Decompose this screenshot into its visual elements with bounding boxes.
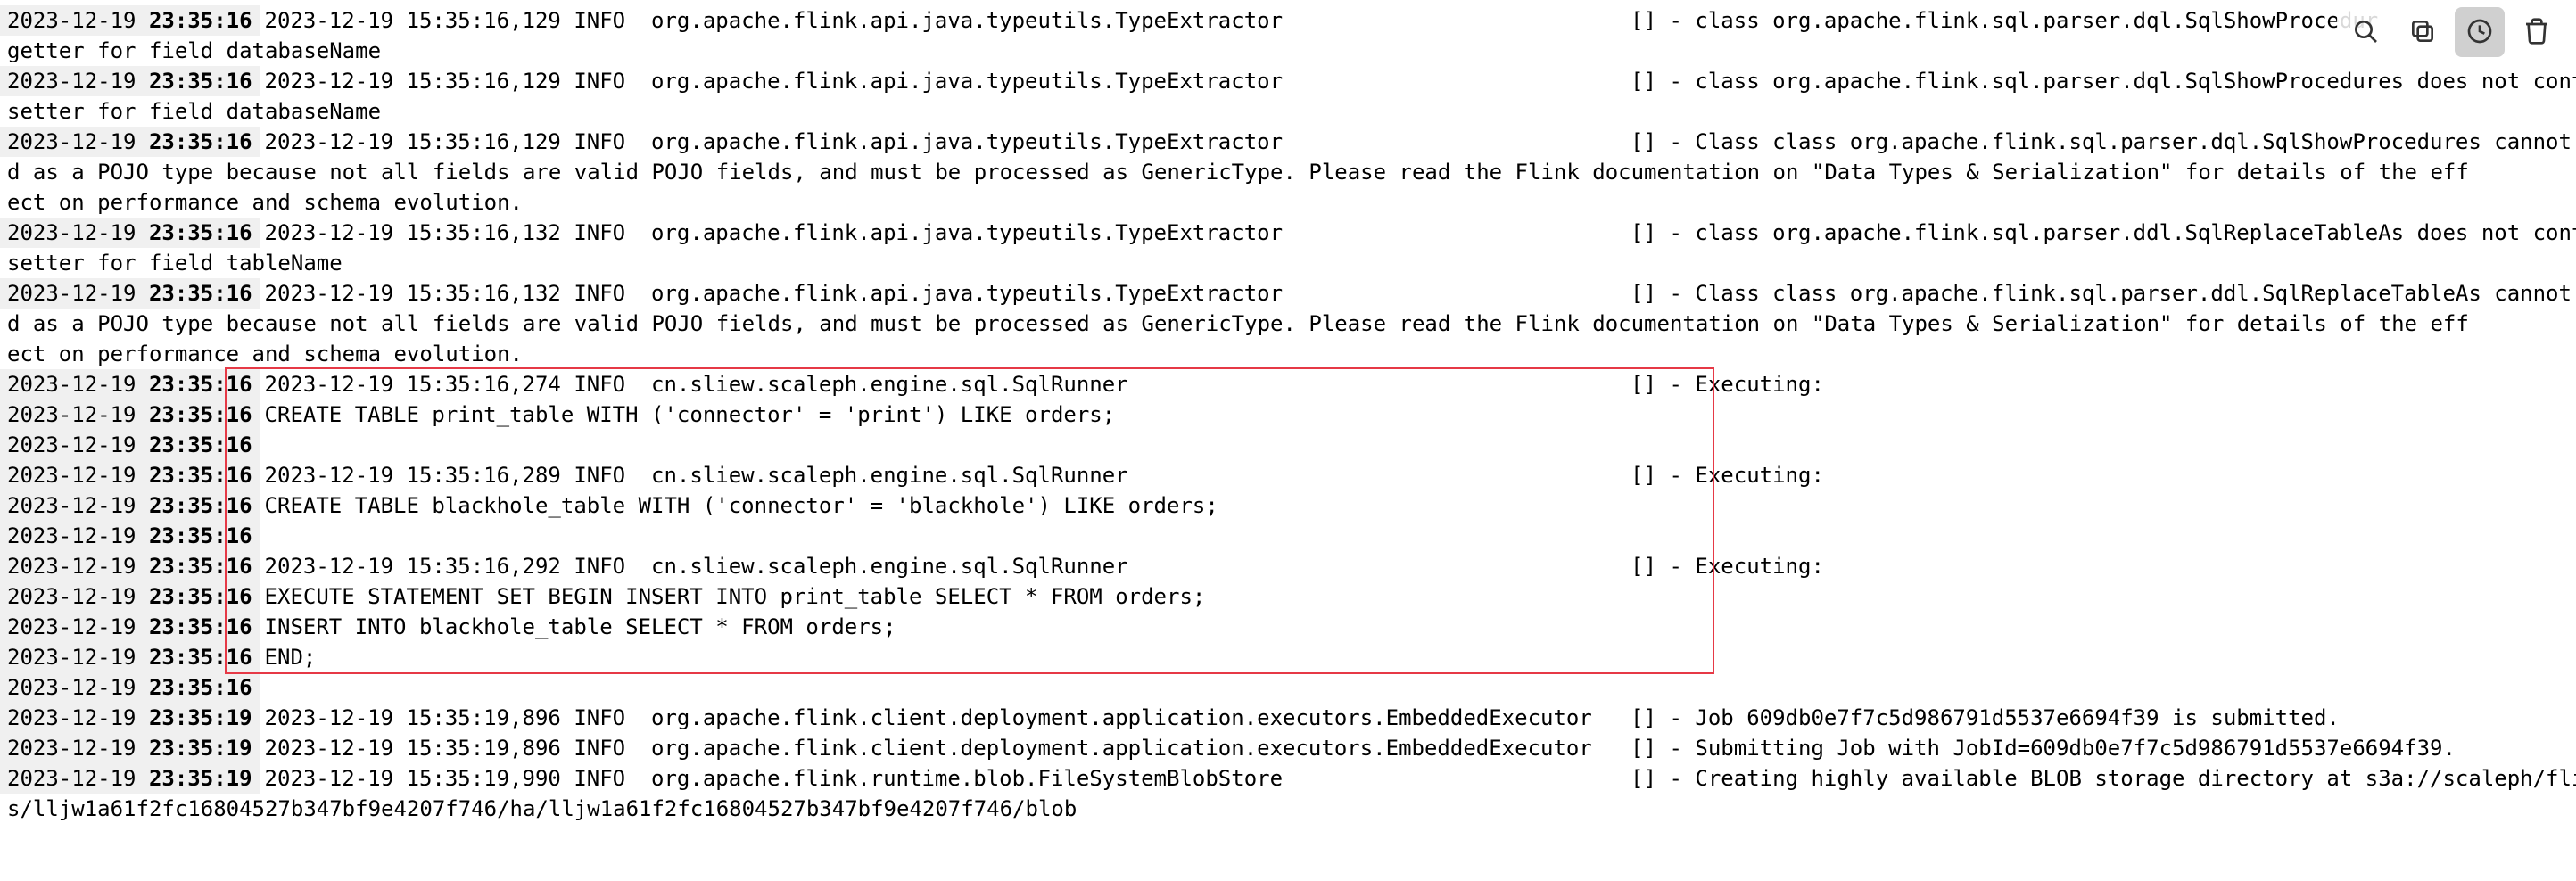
log-timestamp: 2023-12-19 23:35:19 — [0, 703, 260, 733]
copy-button[interactable] — [2398, 7, 2448, 57]
log-timestamp: 2023-12-19 23:35:16 — [0, 581, 260, 612]
log-toolbar — [2337, 5, 2565, 59]
log-message: ect on performance and schema evolution. — [0, 339, 523, 369]
log-line: d as a POJO type because not all fields … — [0, 309, 2576, 339]
log-line: 2023-12-19 23:35:162023-12-19 15:35:16,2… — [0, 369, 2576, 399]
log-line: 2023-12-19 23:35:16 — [0, 430, 2576, 460]
clock-icon — [2465, 17, 2494, 48]
log-timestamp: 2023-12-19 23:35:16 — [0, 460, 260, 490]
log-line: 2023-12-19 23:35:162023-12-19 15:35:16,1… — [0, 127, 2576, 157]
log-message: EXECUTE STATEMENT SET BEGIN INSERT INTO … — [260, 581, 1206, 612]
log-timestamp: 2023-12-19 23:35:16 — [0, 218, 260, 248]
log-line: 2023-12-19 23:35:16 — [0, 672, 2576, 703]
log-message: INSERT INTO blackhole_table SELECT * FRO… — [260, 612, 896, 642]
log-line: ect on performance and schema evolution. — [0, 339, 2576, 369]
log-message: 2023-12-19 15:35:16,132 INFO org.apache.… — [260, 218, 2576, 248]
log-line: 2023-12-19 23:35:162023-12-19 15:35:16,2… — [0, 460, 2576, 490]
log-line: s/lljw1a61f2fc16804527b347bf9e4207f746/h… — [0, 794, 2576, 824]
log-message: 2023-12-19 15:35:16,129 INFO org.apache.… — [260, 127, 2576, 157]
log-timestamp: 2023-12-19 23:35:16 — [0, 5, 260, 36]
log-message: 2023-12-19 15:35:16,129 INFO org.apache.… — [260, 66, 2576, 96]
log-timestamp: 2023-12-19 23:35:16 — [0, 66, 260, 96]
log-message: setter for field tableName — [0, 248, 343, 278]
log-timestamp: 2023-12-19 23:35:16 — [0, 369, 260, 399]
log-line: 2023-12-19 23:35:192023-12-19 15:35:19,8… — [0, 733, 2576, 763]
log-line: 2023-12-19 23:35:16END; — [0, 642, 2576, 672]
log-line: setter for field tableName — [0, 248, 2576, 278]
log-line: d as a POJO type because not all fields … — [0, 157, 2576, 187]
timestamp-toggle-button[interactable] — [2455, 7, 2505, 57]
log-timestamp: 2023-12-19 23:35:16 — [0, 127, 260, 157]
log-message: 2023-12-19 15:35:16,132 INFO org.apache.… — [260, 278, 2576, 309]
log-message: 2023-12-19 15:35:16,292 INFO cn.sliew.sc… — [260, 551, 1837, 581]
log-line: getter for field databaseName — [0, 36, 2576, 66]
log-message: s/lljw1a61f2fc16804527b347bf9e4207f746/h… — [0, 794, 1077, 824]
log-timestamp: 2023-12-19 23:35:16 — [0, 430, 260, 460]
log-line: 2023-12-19 23:35:16CREATE TABLE blackhol… — [0, 490, 2576, 521]
log-line: setter for field databaseName — [0, 96, 2576, 127]
log-message: CREATE TABLE print_table WITH ('connecto… — [260, 399, 1116, 430]
clear-button[interactable] — [2512, 7, 2562, 57]
log-line: 2023-12-19 23:35:192023-12-19 15:35:19,9… — [0, 763, 2576, 794]
log-message: 2023-12-19 15:35:16,289 INFO cn.sliew.sc… — [260, 460, 1837, 490]
log-message: 2023-12-19 15:35:19,896 INFO org.apache.… — [260, 733, 2456, 763]
log-timestamp: 2023-12-19 23:35:16 — [0, 278, 260, 309]
log-message: getter for field databaseName — [0, 36, 381, 66]
log-timestamp: 2023-12-19 23:35:19 — [0, 763, 260, 794]
trash-icon — [2522, 17, 2551, 48]
log-message: CREATE TABLE blackhole_table WITH ('conn… — [260, 490, 1218, 521]
log-line: ect on performance and schema evolution. — [0, 187, 2576, 218]
log-message: END; — [260, 642, 317, 672]
log-line: 2023-12-19 23:35:16EXECUTE STATEMENT SET… — [0, 581, 2576, 612]
log-message: ect on performance and schema evolution. — [0, 187, 523, 218]
log-line: 2023-12-19 23:35:16CREATE TABLE print_ta… — [0, 399, 2576, 430]
log-message: 2023-12-19 15:35:16,129 INFO org.apache.… — [260, 5, 2379, 36]
log-message: 2023-12-19 15:35:19,896 INFO org.apache.… — [260, 703, 2340, 733]
log-message: setter for field databaseName — [0, 96, 381, 127]
log-message: 2023-12-19 15:35:16,274 INFO cn.sliew.sc… — [260, 369, 1837, 399]
copy-icon — [2408, 17, 2437, 48]
log-message: d as a POJO type because not all fields … — [0, 157, 2469, 187]
log-line: 2023-12-19 23:35:16INSERT INTO blackhole… — [0, 612, 2576, 642]
log-message: 2023-12-19 15:35:19,990 INFO org.apache.… — [260, 763, 2576, 794]
log-output[interactable]: 2023-12-19 23:35:162023-12-19 15:35:16,1… — [0, 5, 2576, 824]
log-timestamp: 2023-12-19 23:35:19 — [0, 733, 260, 763]
log-line: 2023-12-19 23:35:162023-12-19 15:35:16,1… — [0, 5, 2576, 36]
search-icon — [2351, 17, 2380, 48]
log-timestamp: 2023-12-19 23:35:16 — [0, 521, 260, 551]
log-line: 2023-12-19 23:35:16 — [0, 521, 2576, 551]
log-timestamp: 2023-12-19 23:35:16 — [0, 551, 260, 581]
log-message: d as a POJO type because not all fields … — [0, 309, 2469, 339]
log-line: 2023-12-19 23:35:192023-12-19 15:35:19,8… — [0, 703, 2576, 733]
log-timestamp: 2023-12-19 23:35:16 — [0, 490, 260, 521]
log-timestamp: 2023-12-19 23:35:16 — [0, 399, 260, 430]
log-timestamp: 2023-12-19 23:35:16 — [0, 672, 260, 703]
search-button[interactable] — [2341, 7, 2390, 57]
log-line: 2023-12-19 23:35:162023-12-19 15:35:16,1… — [0, 278, 2576, 309]
log-line: 2023-12-19 23:35:162023-12-19 15:35:16,1… — [0, 218, 2576, 248]
log-timestamp: 2023-12-19 23:35:16 — [0, 642, 260, 672]
log-line: 2023-12-19 23:35:162023-12-19 15:35:16,1… — [0, 66, 2576, 96]
log-line: 2023-12-19 23:35:162023-12-19 15:35:16,2… — [0, 551, 2576, 581]
log-timestamp: 2023-12-19 23:35:16 — [0, 612, 260, 642]
